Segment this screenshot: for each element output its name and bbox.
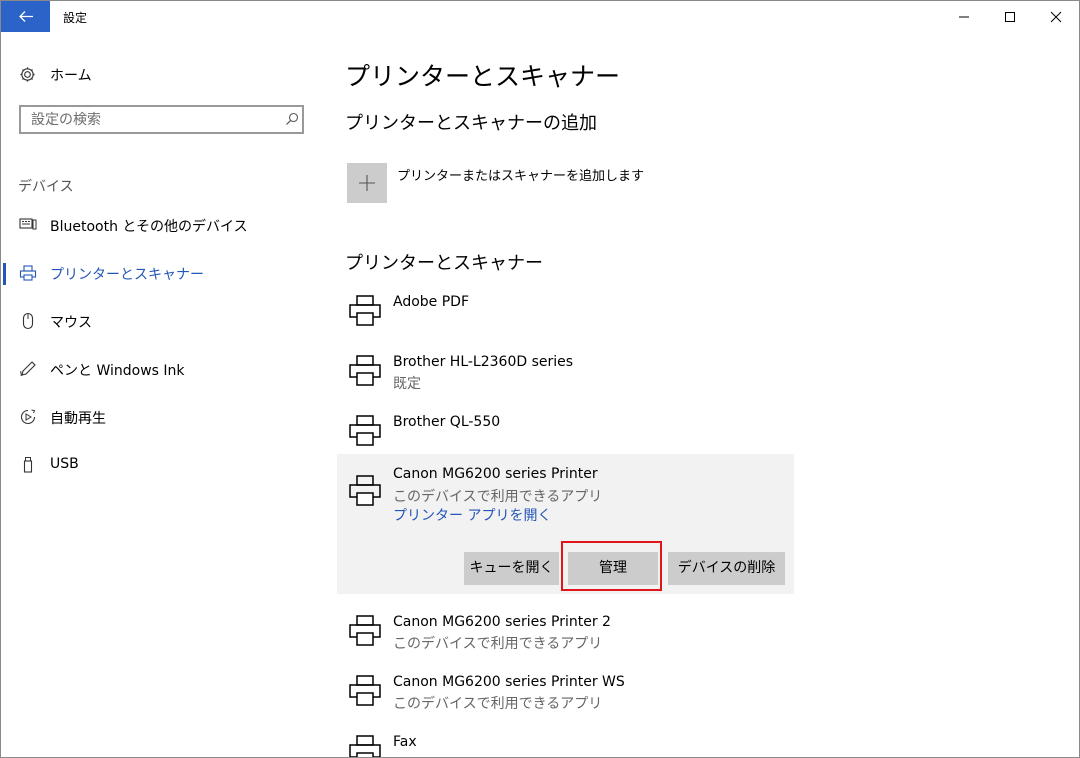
printer-name: Canon MG6200 series Printer WS <box>393 674 625 690</box>
add-plus-tile <box>347 163 387 203</box>
usb-icon <box>23 457 33 473</box>
printer-icon <box>19 265 37 281</box>
bluetooth-devices-icon <box>19 218 37 230</box>
printer-name: Fax <box>393 734 417 750</box>
printer-name: Adobe PDF <box>393 294 470 310</box>
printer-item-brother-ql[interactable]: Brother QL-550 <box>337 402 794 462</box>
maximize-icon <box>1005 12 1015 22</box>
printer-name: Brother QL-550 <box>393 414 501 430</box>
back-button[interactable] <box>1 1 50 32</box>
window-title: 設定 <box>63 11 88 25</box>
gear-icon <box>20 67 35 82</box>
sidebar-item-usb[interactable]: USB <box>1 445 321 485</box>
search-input[interactable] <box>21 107 286 132</box>
autoplay-icon <box>20 409 36 425</box>
sidebar-item-label: 自動再生 <box>50 411 106 427</box>
sidebar-item-label: Bluetooth とその他のデバイス <box>50 219 248 235</box>
printer-name: Canon MG6200 series Printer <box>393 466 598 482</box>
home-label: ホーム <box>50 68 92 84</box>
printer-status: 既定 <box>393 376 421 392</box>
settings-window: 設定 ホーム デバイス Bluetooth と <box>0 0 1080 758</box>
sidebar-item-bluetooth[interactable]: Bluetooth とその他のデバイス <box>1 205 321 245</box>
search-icon[interactable] <box>285 112 299 126</box>
printer-name: Brother HL-L2360D series <box>393 354 574 370</box>
title-bar: 設定 <box>1 1 1079 32</box>
printer-icon <box>349 675 381 706</box>
page-title: プリンターとスキャナー <box>345 62 621 91</box>
printer-icon <box>349 475 381 506</box>
plus-icon <box>359 175 375 191</box>
printer-name: Canon MG6200 series Printer 2 <box>393 614 611 630</box>
back-arrow-icon <box>19 11 33 22</box>
printer-status: このデバイスで利用できるアプリ <box>393 489 603 505</box>
printer-status: このデバイスで利用できるアプリ <box>393 696 603 712</box>
minimize-icon <box>959 16 969 18</box>
maximize-button[interactable] <box>987 1 1033 32</box>
minimize-button[interactable] <box>941 1 987 32</box>
printer-item-fax[interactable]: Fax <box>337 722 794 757</box>
sidebar-item-mouse[interactable]: マウス <box>1 301 321 341</box>
sidebar-item-label: マウス <box>50 315 92 331</box>
printer-icon <box>349 615 381 646</box>
section-label-devices: デバイス <box>18 179 74 195</box>
printer-icon <box>349 355 381 386</box>
printer-item-adobe-pdf[interactable]: Adobe PDF <box>337 282 794 342</box>
open-printer-app-link[interactable]: プリンター アプリを開く <box>393 505 551 525</box>
sidebar-item-label: ペンと Windows Ink <box>50 363 185 379</box>
sidebar-item-autoplay[interactable]: 自動再生 <box>1 397 321 437</box>
add-printer-label: プリンターまたはスキャナーを追加します <box>397 169 645 184</box>
sidebar-item-label: プリンターとスキャナー <box>50 267 204 283</box>
printer-status: このデバイスで利用できるアプリ <box>393 636 603 652</box>
printer-icon <box>349 415 381 446</box>
close-button[interactable] <box>1033 1 1079 32</box>
printer-item-canon-mg6200[interactable]: Canon MG6200 series Printer このデバイスで利用できる… <box>337 454 794 594</box>
add-printer-button[interactable]: プリンターまたはスキャナーを追加します <box>347 163 747 203</box>
pen-icon <box>20 361 36 377</box>
printer-item-canon-mg6200-ws[interactable]: Canon MG6200 series Printer WS このデバイスで利用… <box>337 662 794 722</box>
sidebar-item-label: USB <box>50 456 79 472</box>
printer-list-heading: プリンターとスキャナー <box>345 253 543 274</box>
printer-item-canon-mg6200-2[interactable]: Canon MG6200 series Printer 2 このデバイスで利用で… <box>337 602 794 662</box>
sidebar-item-pen[interactable]: ペンと Windows Ink <box>1 349 321 389</box>
add-section-heading: プリンターとスキャナーの追加 <box>345 113 597 134</box>
remove-device-button[interactable]: デバイスの削除 <box>668 552 785 585</box>
close-icon <box>1050 11 1062 23</box>
printer-icon <box>349 735 381 757</box>
mouse-icon <box>22 312 34 330</box>
open-queue-button[interactable]: キューを開く <box>464 552 559 585</box>
sidebar-item-printers[interactable]: プリンターとスキャナー <box>1 253 321 293</box>
printer-item-brother-hl[interactable]: Brother HL-L2360D series 既定 <box>337 342 794 402</box>
printer-icon <box>349 295 381 326</box>
search-box <box>19 105 304 134</box>
home-nav[interactable]: ホーム <box>19 64 219 86</box>
manage-button[interactable]: 管理 <box>568 552 658 585</box>
